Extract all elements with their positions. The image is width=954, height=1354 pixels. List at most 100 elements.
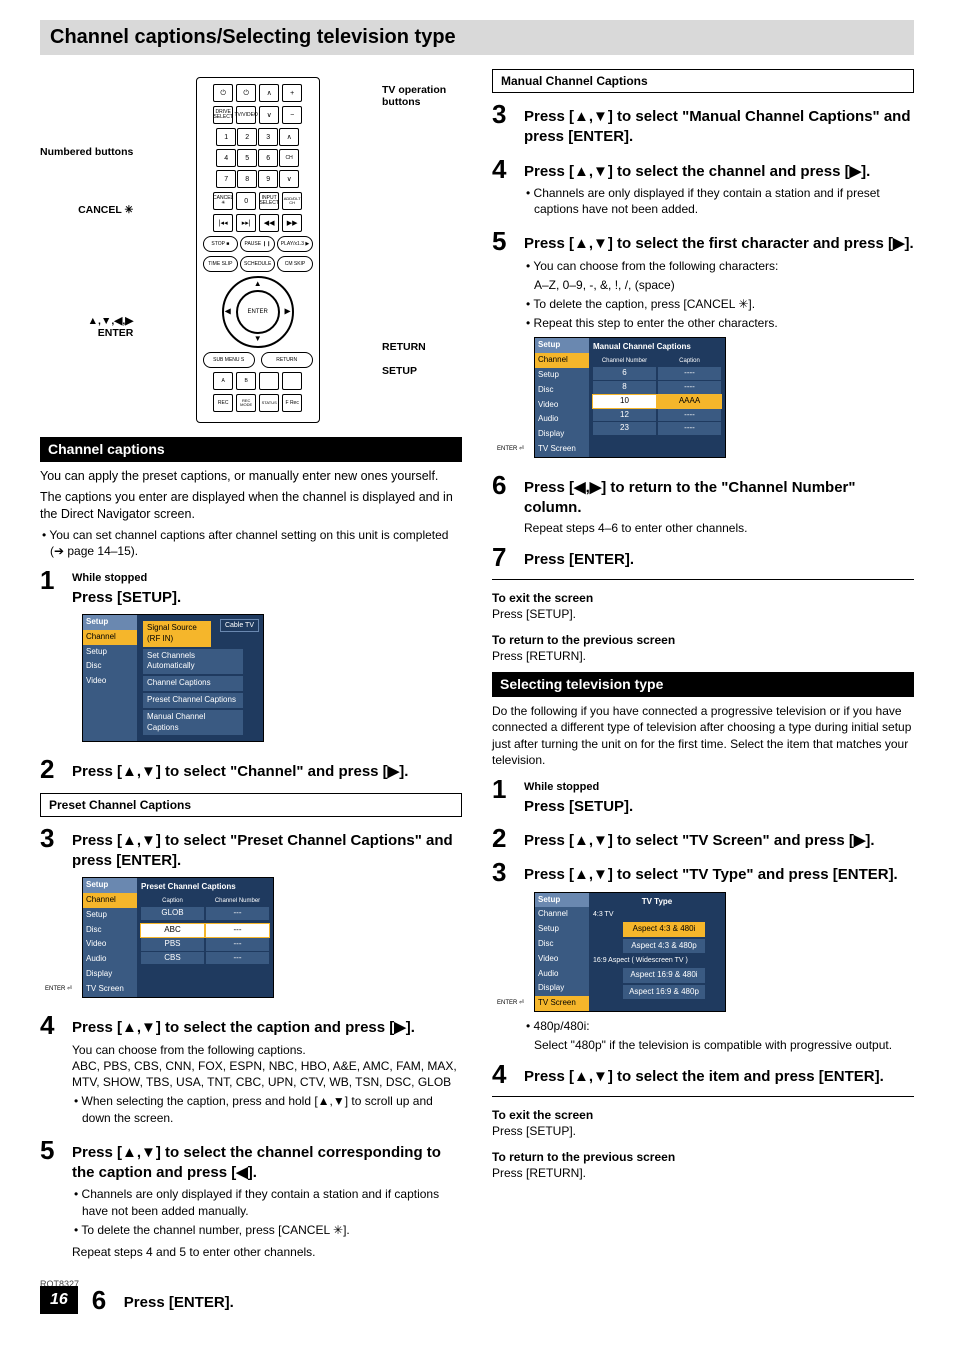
add-dlt-button: ADD/DLT CH	[282, 192, 302, 210]
r-step6-instr: Press [◀,▶] to return to the "Channel Nu…	[524, 478, 914, 519]
menu2-r2c1: ---	[206, 924, 269, 937]
tv-step1-instr: Press [SETUP].	[524, 797, 914, 817]
left-column: Numbered buttons CANCEL ✳ ▲,▼,◀,▶ ENTER …	[40, 69, 462, 1314]
menu-tv-type: Setup Channel Setup Disc Video Audio Dis…	[534, 892, 726, 1012]
page-title: Channel captions/Selecting television ty…	[40, 20, 914, 55]
menu3-r1c0: 8	[593, 381, 656, 394]
intro-bullet: • You can set channel captions after cha…	[40, 527, 462, 559]
step5-bul2: • To delete the channel number, press [C…	[72, 1222, 462, 1238]
key-7: 7	[216, 170, 236, 188]
ff-button: ▶▶	[282, 214, 302, 232]
tv-step4-instr: Press [▲,▼] to select the item and press…	[524, 1067, 914, 1087]
menu1-opt-3: Manual Channel Captions	[143, 710, 243, 736]
menu2-item-5: Display	[83, 967, 137, 982]
r-step-3: 3 Press [▲,▼] to select "Manual Channel …	[492, 101, 914, 148]
step1-small: While stopped	[72, 571, 462, 586]
remote-diagram: Numbered buttons CANCEL ✳ ▲,▼,◀,▶ ENTER …	[40, 77, 462, 423]
menu1-item-setup: Setup	[83, 645, 137, 660]
step-2: 2 Press [▲,▼] to select "Channel" and pr…	[40, 756, 462, 782]
step4-line2: ABC, PBS, CBS, CNN, FOX, ESPN, NBC, HBO,…	[72, 1058, 462, 1090]
r-step5-bul2: • To delete the caption, press [CANCEL ✳…	[524, 296, 914, 312]
setup-button	[282, 372, 302, 390]
dpad: ENTER ▲ ▼ ◀ ▶	[222, 276, 294, 348]
r-step4-bul: • Channels are only displayed if they co…	[524, 185, 914, 217]
menu2-item-1: Setup	[83, 908, 137, 923]
tv-step1-small: While stopped	[524, 780, 914, 795]
menu2-r0c1: ---	[206, 907, 269, 920]
menu3-item-0: Channel	[535, 353, 589, 368]
menu3-r4c1: ----	[658, 422, 721, 435]
stop-button: STOP ■	[203, 236, 238, 252]
menu3-r2c1: AAAA	[658, 395, 721, 408]
menu2-item-6: TV Screen	[83, 982, 137, 997]
create-chapter-button	[259, 372, 279, 390]
right-column: Manual Channel Captions 3 Press [▲,▼] to…	[492, 69, 914, 1314]
cmskip-button: CM SKIP	[277, 256, 312, 272]
menu2-r2c0: ABC	[141, 924, 204, 937]
r-step5-bul1b: A–Z, 0–9, -, &, !, /, (space)	[524, 277, 914, 293]
key-5: 5	[237, 149, 257, 167]
r-step7-instr: Press [ENTER].	[524, 550, 914, 570]
menu4-opt2-1: Aspect 16:9 & 480p	[623, 985, 705, 1000]
menu3-head-l: Channel Number	[593, 356, 656, 366]
right-arrow-icon: ▶	[285, 307, 291, 318]
ch-down2-button: ∨	[279, 170, 299, 188]
menu2-item-4: Audio	[83, 952, 137, 967]
ch-up2-button: ∧	[279, 128, 299, 146]
menu-preset-captions: Setup Channel Setup Disc Video Audio Dis…	[82, 877, 274, 997]
menu2-r4c0: CBS	[141, 952, 204, 965]
menu3-title: Manual Channel Captions	[593, 342, 721, 353]
menu3-r1c1: ----	[658, 381, 721, 394]
menu3-r3c0: 12	[593, 409, 656, 422]
menu4-grp2: 16:9 Aspect ( Widescreen TV )	[593, 956, 721, 965]
callout-setup: SETUP	[382, 366, 417, 378]
menu4-enter-label: ENTER ⏎	[497, 999, 524, 1007]
menu3-item-6: TV Screen	[535, 442, 589, 457]
page-footer: RQT8327 16 6 Press [ENTER].	[40, 1278, 462, 1314]
menu1-right-label: Cable TV	[220, 619, 259, 632]
menu2-item-3: Video	[83, 937, 137, 952]
ch-up-button: ∧	[259, 84, 279, 102]
tv-video-button: TV/VIDEO	[236, 106, 256, 124]
r-step-7: 7 Press [ENTER].	[492, 544, 914, 570]
recmode-button: REC MODE	[236, 394, 256, 412]
menu2-item-2: Disc	[83, 923, 137, 938]
menu2-item-0: Channel	[83, 893, 137, 908]
return-button: RETURN	[261, 352, 313, 368]
tv-step2-instr: Press [▲,▼] to select "TV Screen" and pr…	[524, 831, 914, 851]
step5-bul1: • Channels are only displayed if they co…	[72, 1186, 462, 1218]
menu3-head-r: Caption	[658, 356, 721, 366]
menu1-header: Setup	[83, 615, 137, 630]
menu2-r0c0: GLOB	[141, 907, 204, 920]
r-step3-instr: Press [▲,▼] to select "Manual Channel Ca…	[524, 107, 914, 148]
menu1-item-disc: Disc	[83, 659, 137, 674]
callout-tv-op: TV operation buttons	[382, 85, 462, 108]
input-select-button: INPUT SELECT	[259, 192, 279, 210]
r-step5-bul1: • You can choose from the following char…	[524, 258, 914, 274]
menu2-r1c0	[141, 921, 204, 923]
prev-head-2: To return to the previous screen	[492, 1149, 914, 1165]
page-number: 16	[40, 1286, 78, 1314]
down-arrow-icon: ▼	[254, 334, 262, 345]
intro-text-2: The captions you enter are displayed whe…	[40, 489, 462, 523]
timeslip-button: TIME SLIP	[203, 256, 238, 272]
key-0: 0	[236, 192, 256, 210]
step-3: 3 Press [▲,▼] to select "Preset Channel …	[40, 825, 462, 1004]
step6-instr: Press [ENTER].	[124, 1293, 462, 1313]
menu3-r2c0: 10	[593, 395, 656, 408]
tv-intro: Do the following if you have connected a…	[492, 703, 914, 768]
menu2-head-r: Channel Number	[206, 896, 269, 906]
dvd-power-button: ⏻	[213, 84, 233, 102]
menu3-header: Setup	[535, 338, 589, 353]
frec-button: F Rec	[282, 394, 302, 412]
menu1-opt-2: Preset Channel Captions	[143, 693, 243, 708]
step2-instr: Press [▲,▼] to select "Channel" and pres…	[72, 762, 462, 782]
menu4-title: TV Type	[593, 897, 721, 908]
menu4-opt2-0: Aspect 16:9 & 480i	[623, 968, 705, 983]
menu3-item-2: Disc	[535, 383, 589, 398]
menu4-item-4: Audio	[535, 967, 589, 982]
left-arrow-icon: ◀	[225, 307, 231, 318]
step4-line1: You can choose from the following captio…	[72, 1042, 462, 1058]
r-step6-sub: Repeat steps 4–6 to enter other channels…	[524, 520, 914, 536]
menu2-r3c1: ---	[206, 938, 269, 951]
